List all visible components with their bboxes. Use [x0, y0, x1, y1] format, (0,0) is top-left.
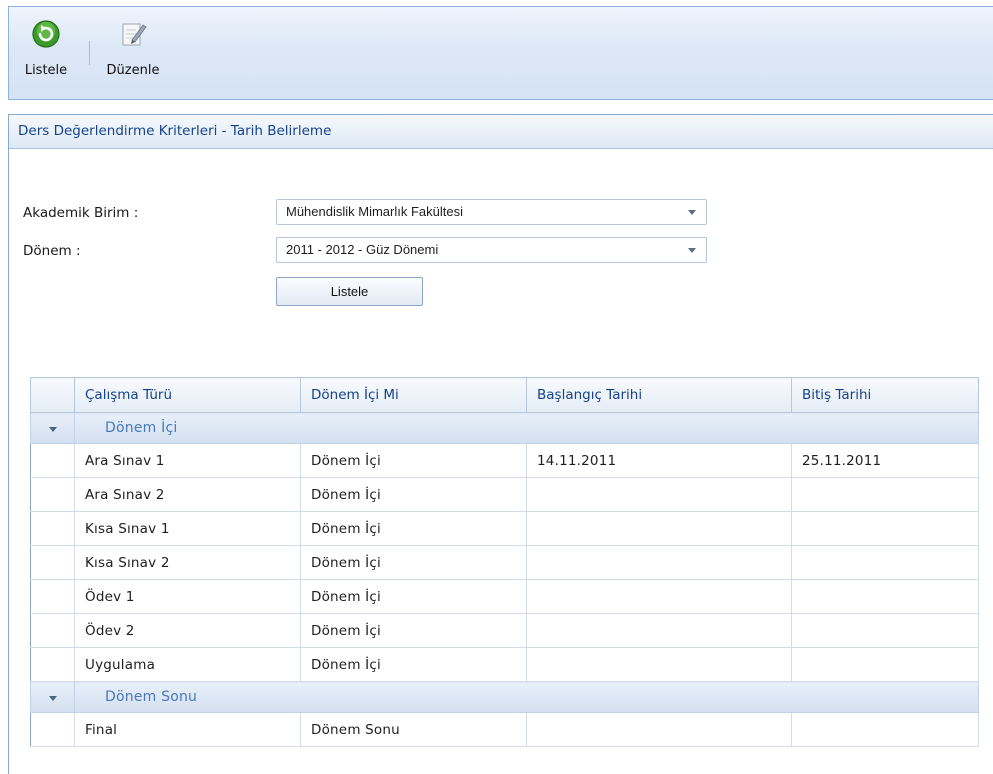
cell-end-date[interactable]: 25.11.2011 — [791, 443, 979, 478]
cell-end-date[interactable] — [791, 613, 979, 648]
table-row[interactable]: Ödev 2 Dönem İçi — [30, 613, 979, 648]
cell-start-date[interactable] — [526, 613, 792, 648]
cell-work-type[interactable]: Final — [74, 712, 301, 747]
table-row[interactable]: Uygulama Dönem İçi — [30, 647, 979, 682]
row-indicator — [30, 712, 75, 747]
edit-tool-label: Düzenle — [106, 63, 160, 78]
group-collapse-toggle[interactable] — [30, 681, 75, 713]
panel-title: Ders Değerlendirme Kriterleri - Tarih Be… — [9, 115, 993, 149]
cell-start-date[interactable] — [526, 647, 792, 682]
row-indicator — [30, 647, 75, 682]
row-indicator — [30, 545, 75, 580]
unit-select[interactable]: Mühendislik Mimarlık Fakültesi — [276, 199, 707, 225]
refresh-icon — [15, 19, 77, 53]
collapse-triangle-icon — [48, 696, 57, 701]
chevron-down-icon[interactable] — [688, 248, 696, 253]
group-row[interactable]: Dönem İçi — [30, 412, 979, 444]
list-tool-label: Listele — [24, 63, 68, 78]
cell-in-term[interactable]: Dönem Sonu — [300, 712, 527, 747]
cell-start-date[interactable] — [526, 545, 792, 580]
group-collapse-toggle[interactable] — [30, 412, 75, 444]
cell-start-date[interactable]: 14.11.2011 — [526, 443, 792, 478]
table-row[interactable]: Ara Sınav 2 Dönem İçi — [30, 477, 979, 512]
column-header-work-type[interactable]: Çalışma Türü — [74, 377, 301, 413]
group-label: Dönem İçi — [74, 412, 979, 444]
cell-in-term[interactable]: Dönem İçi — [300, 545, 527, 580]
cell-start-date[interactable] — [526, 477, 792, 512]
row-indicator — [30, 477, 75, 512]
cell-in-term[interactable]: Dönem İçi — [300, 443, 527, 478]
unit-label: Akademik Birim : — [23, 205, 139, 221]
cell-in-term[interactable]: Dönem İçi — [300, 579, 527, 614]
table-row[interactable]: Kısa Sınav 2 Dönem İçi — [30, 545, 979, 580]
cell-end-date[interactable] — [791, 579, 979, 614]
table-row[interactable]: Kısa Sınav 1 Dönem İçi — [30, 511, 979, 546]
row-indicator-header — [30, 377, 75, 413]
row-indicator — [30, 511, 75, 546]
cell-end-date[interactable] — [791, 511, 979, 546]
cell-in-term[interactable]: Dönem İçi — [300, 511, 527, 546]
toolbar-separator — [89, 41, 90, 65]
cell-work-type[interactable]: Ara Sınav 2 — [74, 477, 301, 512]
cell-start-date[interactable] — [526, 579, 792, 614]
edit-tool-button[interactable]: Düzenle — [97, 19, 169, 78]
cell-end-date[interactable] — [791, 545, 979, 580]
cell-work-type[interactable]: Ara Sınav 1 — [74, 443, 301, 478]
column-header-end-date[interactable]: Bitiş Tarihi — [791, 377, 979, 413]
term-label: Dönem : — [23, 243, 81, 259]
group-row[interactable]: Dönem Sonu — [30, 681, 979, 713]
chevron-down-icon[interactable] — [688, 210, 696, 215]
table-row[interactable]: Ödev 1 Dönem İçi — [30, 579, 979, 614]
grid-header-row: Çalışma Türü Dönem İçi Mi Başlangıç Tari… — [30, 377, 979, 413]
term-select-value: 2011 - 2012 - Güz Dönemi — [286, 242, 439, 257]
cell-end-date[interactable] — [791, 477, 979, 512]
criteria-panel: Ders Değerlendirme Kriterleri - Tarih Be… — [8, 114, 993, 774]
table-row[interactable]: Final Dönem Sonu — [30, 712, 979, 747]
row-indicator — [30, 613, 75, 648]
cell-work-type[interactable]: Kısa Sınav 1 — [74, 511, 301, 546]
cell-start-date[interactable] — [526, 712, 792, 747]
cell-work-type[interactable]: Ödev 2 — [74, 613, 301, 648]
cell-end-date[interactable] — [791, 712, 979, 747]
cell-start-date[interactable] — [526, 511, 792, 546]
cell-end-date[interactable] — [791, 647, 979, 682]
column-header-start-date[interactable]: Başlangıç Tarihi — [526, 377, 792, 413]
column-header-in-term[interactable]: Dönem İçi Mi — [300, 377, 527, 413]
cell-work-type[interactable]: Uygulama — [74, 647, 301, 682]
unit-select-value: Mühendislik Mimarlık Fakültesi — [286, 204, 463, 219]
cell-in-term[interactable]: Dönem İçi — [300, 477, 527, 512]
term-select[interactable]: 2011 - 2012 - Güz Dönemi — [276, 237, 707, 263]
cell-in-term[interactable]: Dönem İçi — [300, 647, 527, 682]
row-indicator — [30, 579, 75, 614]
list-button[interactable]: Listele — [276, 277, 423, 306]
criteria-grid: Çalışma Türü Dönem İçi Mi Başlangıç Tari… — [30, 377, 979, 747]
row-indicator — [30, 443, 75, 478]
cell-work-type[interactable]: Ödev 1 — [74, 579, 301, 614]
edit-pencil-icon — [97, 19, 169, 53]
table-row[interactable]: Ara Sınav 1 Dönem İçi 14.11.2011 25.11.2… — [30, 443, 979, 478]
cell-in-term[interactable]: Dönem İçi — [300, 613, 527, 648]
group-label: Dönem Sonu — [74, 681, 979, 713]
toolbar: Listele Düzenle — [8, 6, 993, 100]
cell-work-type[interactable]: Kısa Sınav 2 — [74, 545, 301, 580]
list-tool-button[interactable]: Listele — [15, 19, 77, 78]
collapse-triangle-icon — [48, 427, 57, 432]
